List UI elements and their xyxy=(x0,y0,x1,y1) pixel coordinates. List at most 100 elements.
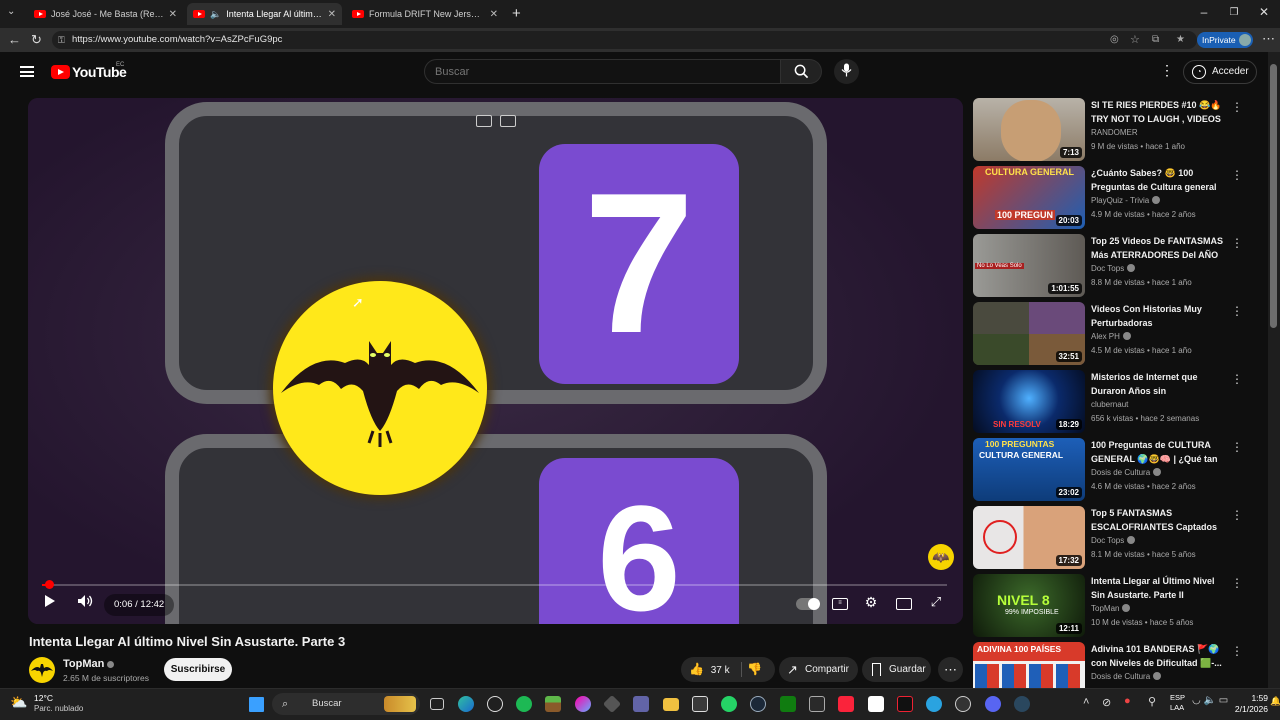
recommendation-title[interactable]: Adivina 101 BANDERAS 🚩🌍 con Niveles de D… xyxy=(1091,643,1225,670)
copilot-icon[interactable] xyxy=(575,696,591,712)
capcut-icon[interactable] xyxy=(868,696,884,712)
search-input[interactable] xyxy=(424,59,781,84)
channel-watermark[interactable]: 🦇 xyxy=(928,544,954,570)
channel-avatar[interactable] xyxy=(29,657,55,683)
file-explorer-icon[interactable] xyxy=(663,698,679,711)
tray-app-icon[interactable]: ● xyxy=(1124,695,1131,707)
share-button[interactable]: ↗ Compartir xyxy=(779,657,858,682)
refresh-icon[interactable]: ↻ xyxy=(31,32,42,48)
video-thumbnail[interactable]: SIN RESOLV 18:29 xyxy=(973,370,1085,433)
network-volume-battery[interactable]: ◡ 🔈 ▭ xyxy=(1192,695,1228,706)
tab-actions-chevron-icon[interactable]: ⌄ xyxy=(7,6,15,17)
recommendation-item[interactable]: 7:13 SI TE RIES PIERDES #10 😂🔥 TRY NOT T… xyxy=(973,98,1253,162)
more-options-icon[interactable]: ⋮ xyxy=(1231,576,1243,590)
more-options-icon[interactable]: ⋮ xyxy=(1231,100,1243,114)
steam-icon[interactable] xyxy=(750,696,766,712)
tray-location-icon[interactable]: ⚲ xyxy=(1148,695,1156,708)
more-actions-button[interactable]: ⋯ xyxy=(938,657,963,682)
tiktok-icon[interactable] xyxy=(897,696,913,712)
more-options-icon[interactable]: ⋮ xyxy=(1231,372,1243,386)
recommendation-channel[interactable]: RANDOMER xyxy=(1091,128,1138,137)
more-options-icon[interactable]: ⋮ xyxy=(1231,236,1243,250)
store-icon[interactable] xyxy=(692,696,708,712)
spotify-icon[interactable] xyxy=(516,696,532,712)
recommendation-title[interactable]: Misterios de Internet que Duraron Años s… xyxy=(1091,371,1225,398)
recommendation-item[interactable]: 17:32 Top 5 FANTASMAS ESCALOFRIANTES Cap… xyxy=(973,506,1253,570)
clock[interactable]: 1:59 2/1/2026 xyxy=(1232,693,1268,715)
theater-mode-button[interactable] xyxy=(896,598,912,610)
save-button[interactable]: Guardar xyxy=(862,657,931,682)
input-language[interactable]: ESP LAA xyxy=(1170,693,1185,713)
discord-icon[interactable] xyxy=(985,696,1001,712)
telegram-icon[interactable] xyxy=(926,696,942,712)
recommendation-channel[interactable]: TopMan xyxy=(1091,604,1131,613)
notification-bell-icon[interactable]: 🔔 xyxy=(1270,696,1280,707)
more-options-icon[interactable]: ⋮ xyxy=(1231,440,1243,454)
edge-browser-icon[interactable] xyxy=(458,696,474,712)
search-button[interactable] xyxy=(781,59,822,84)
recommendation-channel[interactable]: Dosis de Cultura xyxy=(1091,672,1162,681)
favorite-star-icon[interactable]: ☆ xyxy=(1130,31,1140,49)
recommendation-title[interactable]: Top 25 Videos De FANTASMAS Más ATERRADOR… xyxy=(1091,235,1225,262)
signin-button[interactable]: ◔ Acceder xyxy=(1183,60,1257,84)
recommendation-channel[interactable]: Doc Tops xyxy=(1091,536,1136,545)
new-tab-button[interactable]: + xyxy=(512,5,521,22)
more-options-icon[interactable]: ⋮ xyxy=(1231,508,1243,522)
video-thumbnail[interactable]: ADIVINA 100 PAÍSES xyxy=(973,642,1085,688)
voice-search-button[interactable] xyxy=(834,59,859,84)
extensions-icon[interactable]: ⧉ xyxy=(1152,31,1159,49)
recommendation-item[interactable]: 32:51 Videos Con Historias Muy Perturbad… xyxy=(973,302,1253,366)
start-windows-icon[interactable] xyxy=(249,697,264,712)
miniplayer-overlay-icon[interactable] xyxy=(476,115,492,127)
channel-name[interactable]: TopMan xyxy=(63,658,115,670)
taskbar-search[interactable]: ⌕ Buscar xyxy=(272,693,420,715)
android-icon[interactable] xyxy=(955,696,971,712)
browser-tab-3[interactable]: Formula DRIFT New Jersey 2025 H ✕ xyxy=(346,3,504,25)
recommendation-channel[interactable]: PlayQuiz - Trivia xyxy=(1091,196,1161,205)
video-thumbnail[interactable]: 32:51 xyxy=(973,302,1085,365)
chatgpt-icon[interactable] xyxy=(487,696,503,712)
more-options-icon[interactable]: ⋮ xyxy=(1231,168,1243,182)
site-info-icon[interactable]: ⚿ xyxy=(58,31,65,49)
back-icon[interactable]: ← xyxy=(8,32,21,47)
xbox-icon[interactable] xyxy=(780,696,796,712)
close-window-icon[interactable]: ✕ xyxy=(1256,5,1272,19)
settings-gear-icon[interactable]: ⚙ xyxy=(862,594,880,611)
favorites-icon[interactable]: ★ xyxy=(1176,31,1185,49)
settings-kebab-icon[interactable]: ⋮ xyxy=(1160,62,1174,79)
minimize-icon[interactable]: – xyxy=(1196,5,1212,19)
picture-in-picture-icon[interactable] xyxy=(500,115,516,127)
recommendation-title[interactable]: 100 Preguntas de CULTURA GENERAL 🌍🤓🧠 | ¿… xyxy=(1091,439,1225,466)
close-tab-icon[interactable]: ✕ xyxy=(169,9,177,20)
video-thumbnail[interactable]: 7:13 xyxy=(973,98,1085,161)
play-button[interactable] xyxy=(42,594,58,611)
like-button[interactable]: 👍 37 k xyxy=(689,657,730,683)
video-thumbnail[interactable]: CULTURA GENERAL 100 PREGUN 20:03 xyxy=(973,166,1085,229)
progress-bar[interactable] xyxy=(42,580,947,589)
recommendation-title[interactable]: ¿Cuánto Sabes? 🤓 100 Preguntas de Cultur… xyxy=(1091,167,1225,194)
tray-overflow-icon[interactable]: ˄ xyxy=(1083,696,1089,708)
inprivate-badge[interactable]: InPrivate xyxy=(1197,32,1253,48)
browser-tab-1[interactable]: José José - Me Basta (Revisitado) [L ✕ xyxy=(28,3,183,25)
more-options-icon[interactable]: ⋮ xyxy=(1231,304,1243,318)
recommendation-channel[interactable]: Dosis de Cultura xyxy=(1091,468,1162,477)
recommendation-title[interactable]: SI TE RIES PIERDES #10 😂🔥 TRY NOT TO LAU… xyxy=(1091,99,1225,126)
recommendation-channel[interactable]: Alex PH xyxy=(1091,332,1131,341)
speaker-icon[interactable]: 🔈 xyxy=(210,9,221,20)
video-player[interactable]: 7 6 ➚ 🦇 0:06 / 12:42 ≡ ⚙ ⤢ xyxy=(28,98,963,624)
recommendation-item[interactable]: NIVEL 8 99% IMPOSIBLE 12:11 Intenta Lleg… xyxy=(973,574,1253,638)
video-thumbnail[interactable]: 17:32 xyxy=(973,506,1085,569)
browser-menu-icon[interactable]: ⋯ xyxy=(1262,31,1275,47)
browser-tab-2[interactable]: 🔈 Intenta Llegar Al último Nivel ✕ xyxy=(187,3,342,25)
video-thumbnail[interactable]: NIVEL 8 99% IMPOSIBLE 12:11 xyxy=(973,574,1085,637)
recommendation-item[interactable]: No Lo Veas Solo 1:01:55 Top 25 Videos De… xyxy=(973,234,1253,298)
recommendation-channel[interactable]: Doc Tops xyxy=(1091,264,1136,273)
restore-icon[interactable]: ❐ xyxy=(1226,7,1242,18)
subscribe-button[interactable]: Suscribirse xyxy=(164,658,232,681)
volume-button[interactable] xyxy=(76,594,94,611)
steam-tray-icon[interactable] xyxy=(1014,696,1030,712)
music-icon[interactable] xyxy=(838,696,854,712)
epic-games-icon[interactable] xyxy=(809,696,825,712)
youtube-logo-icon[interactable] xyxy=(51,65,70,79)
video-thumbnail[interactable]: 100 PREGUNTAS CULTURA GENERAL 23:02 xyxy=(973,438,1085,501)
